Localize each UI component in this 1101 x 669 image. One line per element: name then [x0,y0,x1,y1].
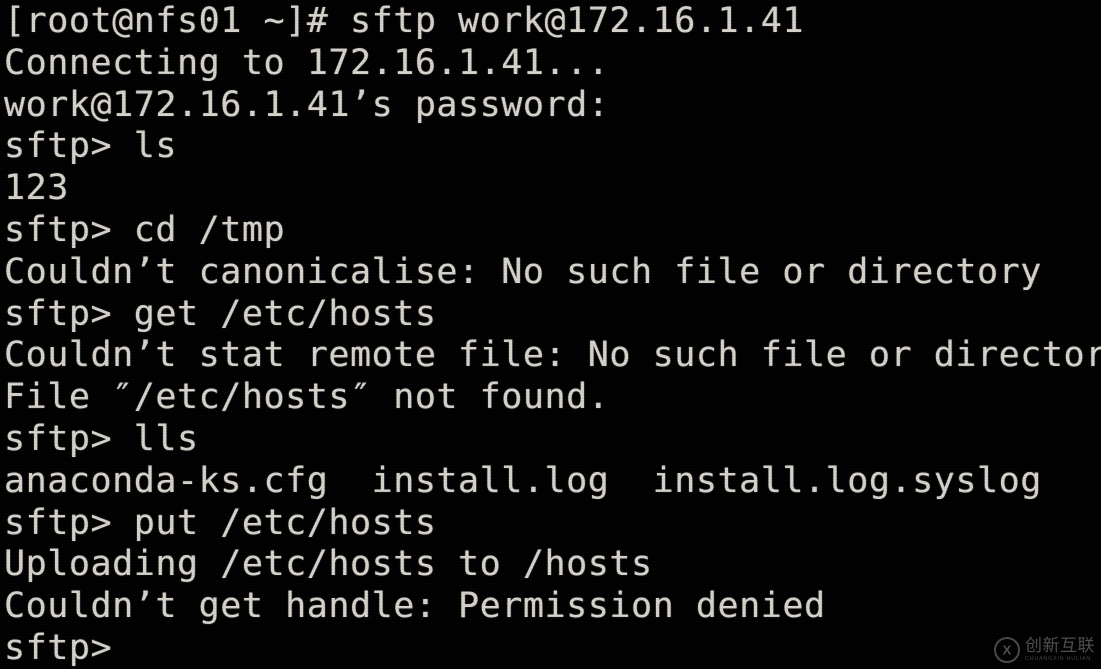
terminal-line: Connecting to 172.16.1.41... [4,42,610,83]
terminal-line: File ″/etc/hosts″ not found. [4,377,610,418]
terminal-line: work@172.16.1.41’s password: [4,84,610,125]
terminal-line: sftp> lls [4,418,199,459]
terminal-line: Couldn’t stat remote file: No such file … [4,335,1101,376]
watermark: 创新互联 CHUANGXIN HULIAN [994,637,1095,663]
terminal-line: anaconda-ks.cfg install.log install.log.… [4,460,1042,501]
terminal-prompt-line[interactable]: sftp> [4,628,1101,669]
watermark-chinese-label: 创新互联 [1025,635,1095,656]
terminal-line: sftp> cd /tmp [4,209,286,250]
terminal-line: sftp> get /etc/hosts [4,293,437,334]
terminal-output: [root@nfs01 ~]# sftp work@172.16.1.41 Co… [0,0,1101,669]
terminal-line: [root@nfs01 ~]# sftp work@172.16.1.41 [4,1,805,41]
watermark-text: 创新互联 CHUANGXIN HULIAN [1025,635,1095,663]
terminal-line: Couldn’t get handle: Permission denied [4,586,826,627]
terminal-line: sftp> put /etc/hosts [4,502,437,543]
terminal-line: sftp> ls [4,126,177,167]
terminal-window[interactable]: [root@nfs01 ~]# sftp work@172.16.1.41 Co… [0,0,1101,669]
terminal-line: 123 [4,168,69,209]
watermark-latin-label: CHUANGXIN HULIAN [1025,655,1091,662]
terminal-line: Couldn’t canonicalise: No such file or d… [4,251,1042,292]
watermark-logo-icon [994,637,1020,663]
terminal-line: Uploading /etc/hosts to /hosts [4,544,653,585]
